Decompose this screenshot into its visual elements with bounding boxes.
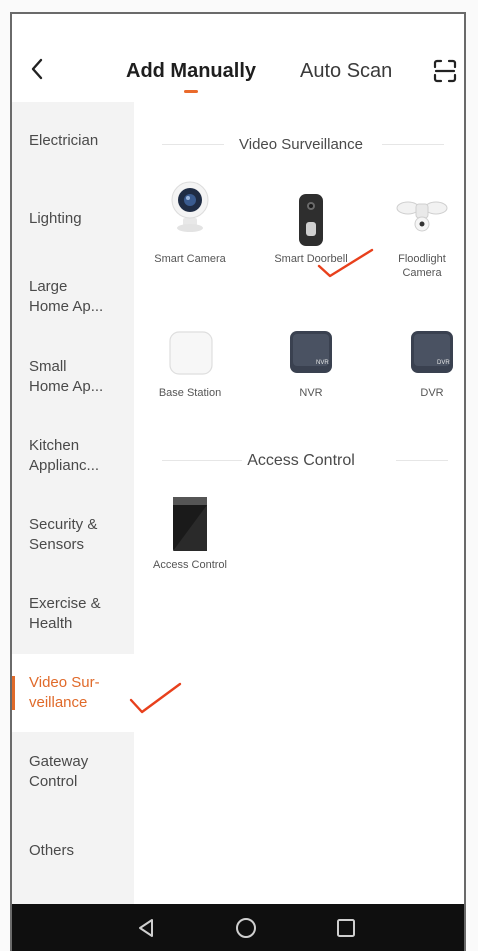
- device-access-control[interactable]: Access Control: [140, 494, 240, 574]
- system-navigation-bar: [12, 904, 464, 951]
- device-label: Access Control: [153, 559, 227, 571]
- active-tab-indicator: [184, 90, 198, 93]
- sidebar-item-others[interactable]: Others: [12, 812, 134, 890]
- back-button[interactable]: [24, 56, 50, 82]
- dvr-badge: DVR: [437, 360, 450, 366]
- nvr-icon: [290, 331, 332, 373]
- sidebar-item-label: Lighting: [29, 210, 82, 227]
- nav-back-button[interactable]: [134, 916, 158, 940]
- annotation-check-icon: [317, 248, 374, 278]
- sidebar-item-kitchen-appliances[interactable]: Kitchen Applianc...: [12, 417, 134, 495]
- sidebar-item-gateway-control[interactable]: Gateway Control: [12, 733, 134, 811]
- sidebar-item-electrician[interactable]: Electrician: [12, 102, 134, 180]
- device-smart-camera[interactable]: Smart Camera: [140, 178, 240, 268]
- device-label: Smart Camera: [154, 253, 226, 265]
- annotation-check-icon: [129, 682, 182, 714]
- section-divider: [396, 460, 448, 461]
- chevron-left-icon: [31, 58, 43, 80]
- sidebar-item-label: Others: [29, 842, 75, 859]
- sidebar-item-label: Kitchen Applianc...: [29, 437, 100, 474]
- device-floodlight-camera[interactable]: Floodlight Camera: [372, 178, 464, 282]
- back-triangle-icon: [139, 919, 153, 937]
- sidebar-item-label: Security & Sensors: [29, 516, 98, 553]
- sidebar-item-exercise-health[interactable]: Exercise & Health: [12, 575, 134, 653]
- base-station-icon: [169, 331, 213, 375]
- tab-auto-scan[interactable]: Auto Scan: [300, 60, 392, 83]
- device-label: NVR: [299, 387, 323, 399]
- recents-square-icon: [337, 919, 355, 937]
- sidebar-item-label: Gateway Control: [29, 753, 89, 790]
- sidebar-item-lighting[interactable]: Lighting: [12, 180, 134, 258]
- scan-icon: [433, 59, 457, 83]
- sidebar-item-label: Small Home Ap...: [29, 358, 104, 395]
- header: Add Manually Auto Scan: [12, 14, 464, 102]
- device-list: Video Surveillance Smart Camera Smart Do…: [134, 102, 464, 904]
- device-base-station[interactable]: Base Station: [140, 328, 240, 408]
- nvr-badge: NVR: [316, 360, 329, 366]
- section-divider: [382, 144, 444, 145]
- access-control-icon: [173, 497, 207, 551]
- active-category-indicator: [12, 676, 15, 710]
- device-label-text: Floodlight Camera: [398, 253, 446, 279]
- device-label: Floodlight Camera: [372, 252, 464, 280]
- phone-screen: Add Manually Auto Scan Electrician Light…: [10, 12, 466, 951]
- sidebar-item-video-surveillance[interactable]: Video Sur- veillance: [12, 654, 134, 732]
- home-circle-icon: [236, 918, 256, 938]
- camera-icon: [171, 181, 209, 232]
- device-nvr[interactable]: NVR NVR: [261, 328, 361, 408]
- sidebar-item-security-sensors[interactable]: Security & Sensors: [12, 496, 134, 574]
- sidebar-item-label: Video Sur- veillance: [29, 674, 100, 711]
- sidebar-item-label: Large Home Ap...: [29, 278, 104, 315]
- device-dvr[interactable]: DVR DVR: [382, 328, 464, 408]
- nav-home-button[interactable]: [234, 916, 258, 940]
- floodlight-icon: [396, 201, 448, 232]
- sidebar-item-label: Exercise & Health: [29, 595, 101, 632]
- device-label: DVR: [420, 387, 444, 399]
- dvr-icon: [411, 331, 453, 373]
- sidebar-item-large-home-appliances[interactable]: Large Home Ap...: [12, 258, 134, 336]
- doorbell-icon: [299, 194, 323, 246]
- sidebar-item-small-home-appliances[interactable]: Small Home Ap...: [12, 338, 134, 416]
- sidebar-item-label: Electrician: [29, 132, 99, 149]
- device-label: Base Station: [158, 387, 222, 399]
- nav-recents-button[interactable]: [334, 916, 358, 940]
- category-sidebar: Electrician Lighting Large Home Ap... Sm…: [12, 102, 134, 904]
- scan-button[interactable]: [432, 58, 458, 84]
- tab-add-manually[interactable]: Add Manually: [126, 60, 256, 83]
- section-title-access-control: Access Control: [247, 452, 355, 469]
